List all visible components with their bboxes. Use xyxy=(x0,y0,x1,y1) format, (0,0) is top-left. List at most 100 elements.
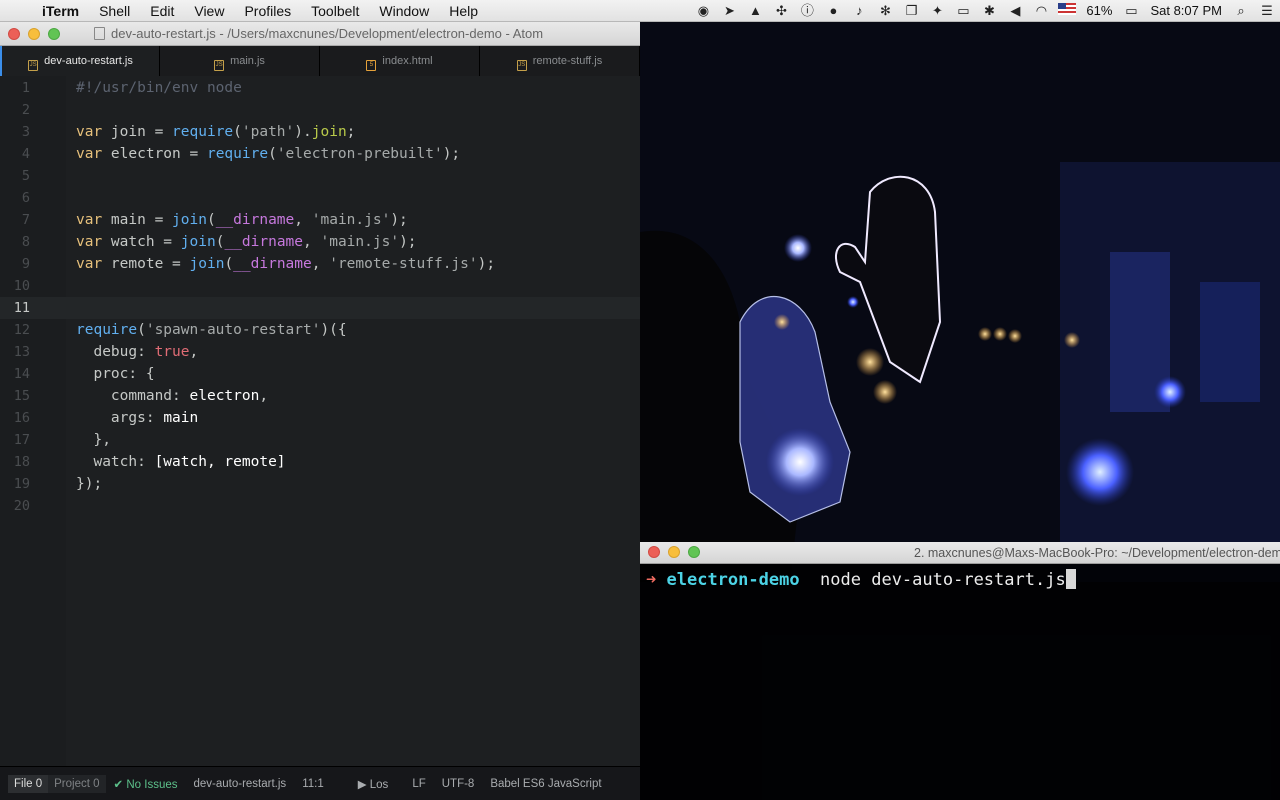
line-ending-selector[interactable]: LF xyxy=(404,778,433,790)
project-count-button[interactable]: Project 0 xyxy=(48,774,106,793)
tab-label: dev-auto-restart.js xyxy=(44,55,133,67)
tab-index-html[interactable]: 5 index.html xyxy=(320,46,480,76)
code-token: watch: xyxy=(76,454,155,470)
code-line[interactable]: 3 var join = require('path').join; xyxy=(0,121,640,143)
code-token: electron = xyxy=(102,146,207,162)
code-token: }); xyxy=(76,476,103,492)
battery-icon[interactable]: ▭ xyxy=(1118,0,1144,22)
code-line[interactable]: 5 xyxy=(0,165,640,187)
menu-profiles[interactable]: Profiles xyxy=(234,0,301,22)
wifi-icon[interactable]: ◠ xyxy=(1028,0,1054,22)
terminal-area[interactable]: ➜ electron-demo node dev-auto-restart.js xyxy=(640,566,1280,800)
snowflake-icon[interactable]: ✻ xyxy=(872,0,898,22)
menu-toolbelt[interactable]: Toolbelt xyxy=(301,0,369,22)
cursor-position[interactable]: 11:1 xyxy=(294,778,332,790)
dropbox-icon[interactable]: ✦ xyxy=(924,0,950,22)
code-line[interactable]: 8 var watch = join(__dirname, 'main.js'); xyxy=(0,231,640,253)
atom-zoom-button[interactable] xyxy=(48,28,60,40)
code-text: require('spawn-auto-restart')({ xyxy=(76,319,347,341)
tab-main-js[interactable]: JS main.js xyxy=(160,46,320,76)
terminal-command: node dev-auto-restart.js xyxy=(820,570,1066,590)
line-number: 7 xyxy=(21,212,30,228)
linter-status[interactable]: ✔ No Issues xyxy=(106,777,186,791)
code-token: ; xyxy=(346,124,356,140)
code-line[interactable]: 15 command: electron, xyxy=(0,385,640,407)
code-text: var join = require('path').join; xyxy=(76,121,355,143)
iterm-minimize-button[interactable] xyxy=(668,546,680,558)
code-line[interactable]: 12 require('spawn-auto-restart')({ xyxy=(0,319,640,341)
code-line[interactable]: 7 var main = join(__dirname, 'main.js'); xyxy=(0,209,640,231)
status-filename[interactable]: dev-auto-restart.js xyxy=(186,778,295,790)
file-count-button[interactable]: File 0 xyxy=(8,774,49,793)
record-icon[interactable]: ◉ xyxy=(690,0,716,22)
code-line[interactable]: 11 xyxy=(0,297,640,319)
iterm-close-button[interactable] xyxy=(648,546,660,558)
code-line[interactable]: 10 xyxy=(0,275,640,297)
code-token: electron xyxy=(189,388,260,404)
code-line[interactable]: 2 xyxy=(0,99,640,121)
menu-view[interactable]: View xyxy=(184,0,234,22)
chat-bubble-icon[interactable]: ● xyxy=(820,0,846,22)
notification-center-icon[interactable]: ☰ xyxy=(1254,0,1280,22)
code-line[interactable]: 9 var remote = join(__dirname, 'remote-st… xyxy=(0,253,640,275)
menubar-clock[interactable]: Sat 8:07 PM xyxy=(1144,0,1228,22)
atom-close-button[interactable] xyxy=(8,28,20,40)
code-line[interactable]: 14 proc: { xyxy=(0,363,640,385)
html-file-icon: 5 xyxy=(366,60,377,71)
bell-icon[interactable]: ♪ xyxy=(846,0,872,22)
code-line[interactable]: 13 debug: true, xyxy=(0,341,640,363)
code-line[interactable]: 18 watch: [watch, remote] xyxy=(0,451,640,473)
send-icon[interactable]: ➤ xyxy=(716,0,742,22)
atom-minimize-button[interactable] xyxy=(28,28,40,40)
iterm-window-title: 2. maxcnunes@Maxs-MacBook-Pro: ~/Develop… xyxy=(914,546,1280,560)
code-line[interactable]: 1 #!/usr/bin/env node xyxy=(0,77,640,99)
code-editor[interactable]: 1 #!/usr/bin/env node 2 3 var join = require… xyxy=(0,76,640,782)
iterm-zoom-button[interactable] xyxy=(688,546,700,558)
code-token: ( xyxy=(206,212,216,228)
volume-icon[interactable]: ◀ xyxy=(1002,0,1028,22)
tab-label: remote-stuff.js xyxy=(532,55,603,67)
code-line[interactable]: 16 args: main xyxy=(0,407,640,429)
line-number: 8 xyxy=(21,234,30,250)
bluetooth-icon[interactable]: ✱ xyxy=(976,0,1002,22)
menu-window[interactable]: Window xyxy=(369,0,439,22)
us-flag-icon[interactable] xyxy=(1054,0,1080,22)
airplay-icon[interactable]: ▭ xyxy=(950,0,976,22)
encoding-selector[interactable]: UTF-8 xyxy=(434,778,483,790)
los-status[interactable]: ▶ Los xyxy=(350,777,397,791)
iterm-titlebar[interactable]: 2. maxcnunes@Maxs-MacBook-Pro: ~/Develop… xyxy=(640,542,1280,564)
spotlight-search-icon[interactable]: ⌕ xyxy=(1228,0,1254,22)
code-token: __dirname xyxy=(233,256,312,272)
info-circle-icon[interactable]: ⓘ xyxy=(794,0,820,22)
code-token: ); xyxy=(399,234,417,250)
code-line[interactable]: 17 }, xyxy=(0,429,640,451)
code-token: ); xyxy=(390,212,408,228)
code-token: proc: { xyxy=(76,366,155,382)
code-token: true xyxy=(154,344,190,360)
line-number: 18 xyxy=(13,454,30,470)
code-line[interactable]: 6 xyxy=(0,187,640,209)
line-number: 13 xyxy=(13,344,30,360)
windows-icon[interactable]: ❐ xyxy=(898,0,924,22)
menu-shell[interactable]: Shell xyxy=(89,0,140,22)
code-line[interactable]: 20 xyxy=(0,495,640,517)
menu-help[interactable]: Help xyxy=(439,0,488,22)
code-line[interactable]: 4 var electron = require('electron-prebui… xyxy=(0,143,640,165)
code-text: #!/usr/bin/env node xyxy=(76,77,242,99)
editor-tabbar: JS dev-auto-restart.js JS main.js 5 index.h… xyxy=(0,46,640,76)
code-text: debug: true, xyxy=(76,341,198,363)
tab-remote-stuff[interactable]: JS remote-stuff.js xyxy=(480,46,640,76)
line-number: 20 xyxy=(13,498,30,514)
menu-app-iterm[interactable]: iTerm xyxy=(38,0,89,22)
code-line[interactable]: 19}); xyxy=(0,473,640,495)
grammar-selector[interactable]: Babel ES6 JavaScript xyxy=(482,778,609,790)
code-token: var xyxy=(76,256,103,272)
drive-icon[interactable]: ▲ xyxy=(742,0,768,22)
menu-edit[interactable]: Edit xyxy=(140,0,184,22)
tab-dev-auto-restart[interactable]: JS dev-auto-restart.js xyxy=(0,46,160,76)
atom-titlebar[interactable]: dev-auto-restart.js - /Users/maxcnunes/D… xyxy=(0,22,640,46)
code-token: ( xyxy=(268,146,277,162)
pinwheel-icon[interactable]: ✣ xyxy=(768,0,794,22)
battery-percent[interactable]: 61% xyxy=(1080,0,1118,22)
check-icon: ✔ xyxy=(113,778,127,791)
